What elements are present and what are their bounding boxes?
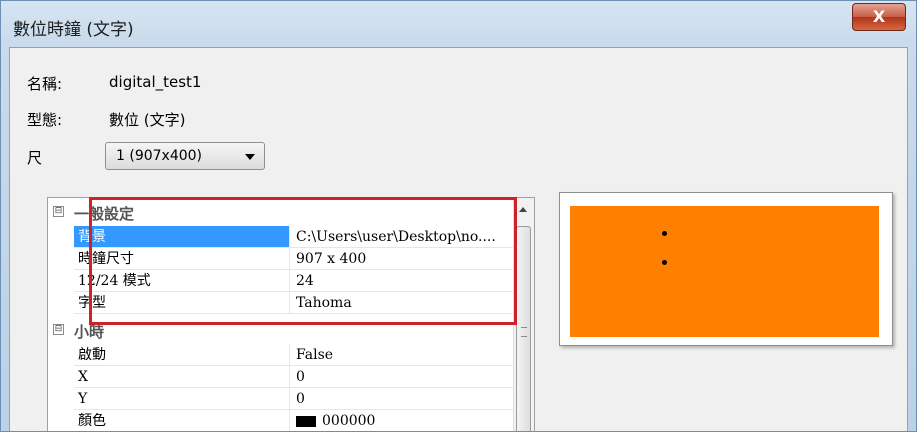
dialog-window: 數位時鐘 (文字) X 名稱: digital_test1 型態: 數位 (文字… xyxy=(0,0,917,432)
type-value: 數位 (文字) xyxy=(109,111,186,129)
preview-frame xyxy=(559,192,893,346)
colon-dot xyxy=(662,260,667,265)
colon-dot xyxy=(662,231,667,236)
property-name: Y xyxy=(74,388,290,410)
title-bar: 數位時鐘 (文字) X xyxy=(1,1,916,47)
collapse-icon[interactable]: ⊟ xyxy=(53,206,64,217)
property-row-enable[interactable]: 啟動 False xyxy=(48,344,514,366)
color-value: 000000 xyxy=(322,413,376,429)
scroll-up-icon[interactable] xyxy=(519,207,527,212)
property-name: 顏色 xyxy=(74,410,290,431)
clock-preview xyxy=(570,206,879,337)
size-label: 尺 xyxy=(27,149,43,167)
size-dropdown-value: 1 (907x400) xyxy=(116,148,203,164)
size-dropdown[interactable]: 1 (907x400) xyxy=(105,142,265,170)
collapse-icon[interactable]: ⊟ xyxy=(53,324,64,335)
name-value: digital_test1 xyxy=(109,73,202,91)
property-name: X xyxy=(74,366,290,388)
color-swatch xyxy=(296,415,316,427)
property-value[interactable]: False xyxy=(290,344,514,366)
close-button[interactable]: X xyxy=(852,3,906,31)
close-icon: X xyxy=(872,7,886,26)
property-value[interactable]: 000000 xyxy=(290,410,514,431)
type-label: 型態: xyxy=(27,111,63,129)
property-row-y[interactable]: Y 0 xyxy=(48,388,514,410)
window-title: 數位時鐘 (文字) xyxy=(13,20,134,40)
property-value[interactable]: 0 xyxy=(290,366,514,388)
name-label: 名稱: xyxy=(27,75,63,93)
grip-icon xyxy=(521,327,527,337)
scrollbar-thumb[interactable] xyxy=(516,226,531,431)
chevron-down-icon xyxy=(245,154,255,160)
property-value[interactable]: 0 xyxy=(290,388,514,410)
property-row-x[interactable]: X 0 xyxy=(48,366,514,388)
property-name: 啟動 xyxy=(74,344,290,366)
property-row-color[interactable]: 顏色 000000 xyxy=(48,410,514,431)
highlight-box xyxy=(89,197,517,325)
